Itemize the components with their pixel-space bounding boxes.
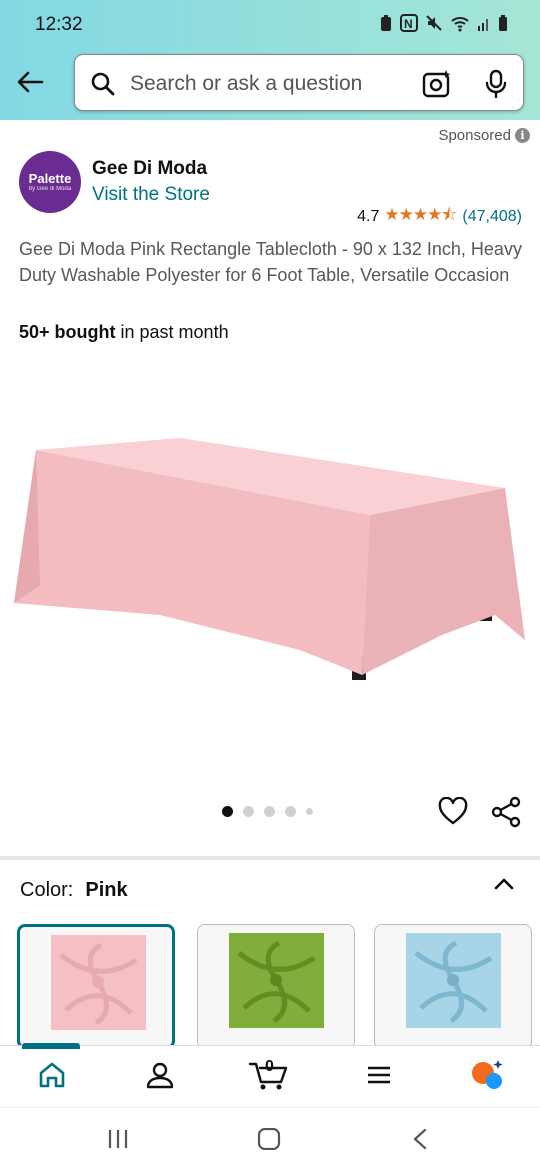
cart-button[interactable]: 0 [248,1056,290,1092]
tablecloth-end [362,488,525,675]
search-icon [91,72,115,96]
battery-icon [499,15,507,31]
app-header: Search or ask a question [0,50,540,120]
image-carousel-dots[interactable] [222,806,313,817]
battery-saver-icon [381,15,391,31]
store-logo-text: Palette [28,171,72,186]
active-tab-indicator [22,1043,80,1049]
fabric-swatch-pink [51,935,146,1030]
carousel-dot[interactable] [285,806,296,817]
color-swatch-light-blue[interactable] [374,924,532,1049]
fabric-swatch-green [229,933,324,1028]
search-placeholder: Search or ask a question [130,72,363,95]
product-title[interactable]: Gee Di Moda Pink Rectangle Tablecloth - … [19,236,524,288]
mute-icon [426,15,442,31]
status-time: 12:32 [35,14,83,35]
menu-icon[interactable] [365,1060,393,1090]
star-rating-icon: ★★★★⯪ [384,205,457,224]
color-selected-value: Pink [85,879,128,901]
store-name: Gee Di Moda [92,158,208,179]
rating-summary[interactable]: 4.7 ★★★★⯪ (47,408) [357,202,522,231]
status-bar: 12:32 N [0,0,540,50]
color-label: Color: Pink [20,879,128,902]
sponsored-text: Sponsored [438,127,511,144]
search-input[interactable]: Search or ask a question [74,54,524,111]
product-image[interactable] [0,400,540,720]
bottom-nav-bar: 0 [0,1043,540,1107]
microphone-icon[interactable] [483,69,509,99]
bought-count: 50+ bought in past month [19,322,229,343]
status-icons: N [379,14,508,32]
rating-count: (47,408) [462,207,522,225]
system-nav-bar [0,1107,540,1170]
color-swatch-green[interactable] [197,924,355,1049]
account-icon[interactable] [145,1060,175,1090]
camera-lens-icon[interactable] [422,69,452,99]
sponsored-label[interactable]: Sponsored i [438,127,530,144]
store-logo[interactable]: Palette by Gee di Moda [19,151,81,213]
tablecloth-fold [14,450,40,603]
heart-icon[interactable] [438,797,468,825]
signal-icon [478,19,488,31]
share-icon[interactable] [490,796,522,828]
home-button-icon[interactable] [257,1128,281,1150]
bought-count-rest: in past month [115,322,229,342]
recent-apps-icon[interactable] [106,1128,130,1150]
back-button-icon[interactable] [410,1128,430,1150]
color-label-text: Color: [20,879,74,901]
nfc-icon: N [400,14,418,32]
section-divider [0,856,540,860]
wifi-icon [451,17,469,32]
home-icon[interactable] [37,1060,67,1090]
carousel-dot[interactable] [264,806,275,817]
rating-value: 4.7 [357,207,380,225]
carousel-dot[interactable] [222,806,233,817]
info-icon: i [515,128,530,143]
carousel-dot[interactable] [243,806,254,817]
carousel-dot[interactable] [306,808,313,815]
back-arrow-icon[interactable] [14,66,46,98]
svg-text:N: N [404,17,413,31]
cart-count: 0 [265,1058,274,1075]
store-logo-subtext: by Gee di Moda [28,186,72,192]
visit-store-link[interactable]: Visit the Store [92,184,210,206]
bought-count-bold: 50+ bought [19,322,116,342]
rufus-assistant-icon[interactable] [470,1058,506,1092]
fabric-swatch-light-blue [406,933,501,1028]
chevron-up-icon[interactable] [492,874,516,894]
color-swatch-pink[interactable] [17,924,175,1049]
